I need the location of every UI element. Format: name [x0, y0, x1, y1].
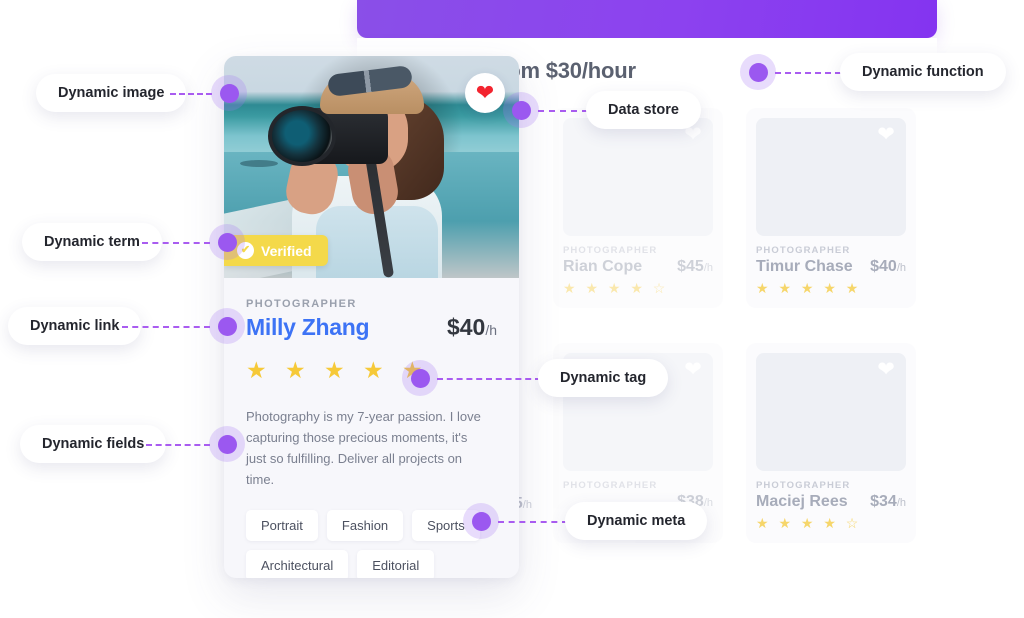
callout-dot-dynamic-term: [209, 224, 245, 260]
callout-line: [142, 242, 210, 244]
card-rating-stars: ★ ★ ★ ★ ☆: [563, 280, 669, 296]
photographer-card-maciej-rees[interactable]: ❤ PHOTOGRAPHER Maciej Rees $34/h ★ ★ ★ ★…: [746, 343, 916, 543]
callout-line: [170, 93, 212, 95]
heart-filled-icon[interactable]: ❤: [465, 73, 505, 113]
tag-item[interactable]: Fashion: [326, 510, 404, 541]
callout-dot-dynamic-tag: [402, 360, 438, 396]
callout-dot-dynamic-meta: [463, 503, 499, 539]
callout-dot-data-store: [503, 92, 539, 128]
callout-dynamic-function: Dynamic function: [840, 53, 1006, 91]
card-name[interactable]: Maciej Rees: [756, 493, 848, 511]
heart-outline-icon[interactable]: ❤: [683, 359, 703, 380]
card-name[interactable]: Timur Chase: [756, 258, 853, 276]
card-thumbnail: ❤: [756, 353, 906, 471]
tag-item[interactable]: Portrait: [246, 510, 318, 541]
card-rating-stars: ★ ★ ★ ★ ★: [756, 280, 862, 296]
callout-dynamic-term: Dynamic term: [22, 223, 162, 261]
callout-dot-dynamic-function: [740, 54, 776, 90]
purple-header-bar: [357, 0, 937, 38]
callout-line: [122, 326, 210, 328]
card-thumbnail: ❤: [563, 118, 713, 236]
callout-dot-dynamic-image: [211, 75, 247, 111]
card-role-label: PHOTOGRAPHER: [563, 245, 658, 256]
hero-tag-list: Portrait Fashion Sports Architectural Ed…: [246, 510, 496, 578]
tag-item[interactable]: Architectural: [246, 550, 349, 578]
tag-item[interactable]: Editorial: [357, 550, 435, 578]
verified-label: Verified: [261, 242, 312, 259]
callout-dynamic-image: Dynamic image: [36, 74, 187, 112]
featured-photographer-card[interactable]: ✔ Verified PHOTOGRAPHER Milly Zhang $40/…: [224, 56, 519, 578]
hero-description: Photography is my 7-year passion. I love…: [246, 409, 481, 487]
heart-outline-icon[interactable]: ❤: [876, 359, 896, 380]
photographer-card-timur-chase[interactable]: ❤ PHOTOGRAPHER Timur Chase $40/h ★ ★ ★ ★…: [746, 108, 916, 308]
heart-outline-icon[interactable]: ❤: [876, 124, 896, 145]
card-price: $45/h: [677, 258, 713, 275]
card-price: $34/h: [870, 493, 906, 510]
callout-line: [538, 110, 588, 112]
card-role-label: PHOTOGRAPHER: [563, 480, 658, 491]
hero-price: $40/h: [446, 314, 497, 340]
card-thumbnail: ❤: [756, 118, 906, 236]
card-role-label: PHOTOGRAPHER: [756, 480, 851, 491]
screenshot-root: ographers from $30/hour ❤ PHOTOGRAPHER R…: [0, 0, 1024, 618]
callout-line: [437, 378, 541, 380]
callout-dynamic-meta: Dynamic meta: [565, 502, 708, 540]
callout-dot-dynamic-fields: [209, 426, 245, 462]
photographer-card-rian-cope[interactable]: ❤ PHOTOGRAPHER Rian Cope $45/h ★ ★ ★ ★ ☆: [553, 108, 723, 308]
hero-name-link[interactable]: Milly Zhang: [246, 314, 370, 341]
callout-line: [498, 521, 568, 523]
card-rating-stars: ★ ★ ★ ★ ☆: [756, 515, 862, 531]
callout-dot-dynamic-link: [209, 308, 245, 344]
card-price: $40/h: [870, 258, 906, 275]
hero-role-label: PHOTOGRAPHER: [246, 298, 357, 310]
callout-line: [146, 444, 210, 446]
callout-line: [775, 72, 841, 74]
callout-dynamic-tag: Dynamic tag: [538, 359, 669, 397]
card-role-label: PHOTOGRAPHER: [756, 245, 851, 256]
callout-data-store: Data store: [586, 91, 701, 129]
callout-dynamic-fields: Dynamic fields: [20, 425, 167, 463]
card-name[interactable]: Rian Cope: [563, 258, 642, 276]
